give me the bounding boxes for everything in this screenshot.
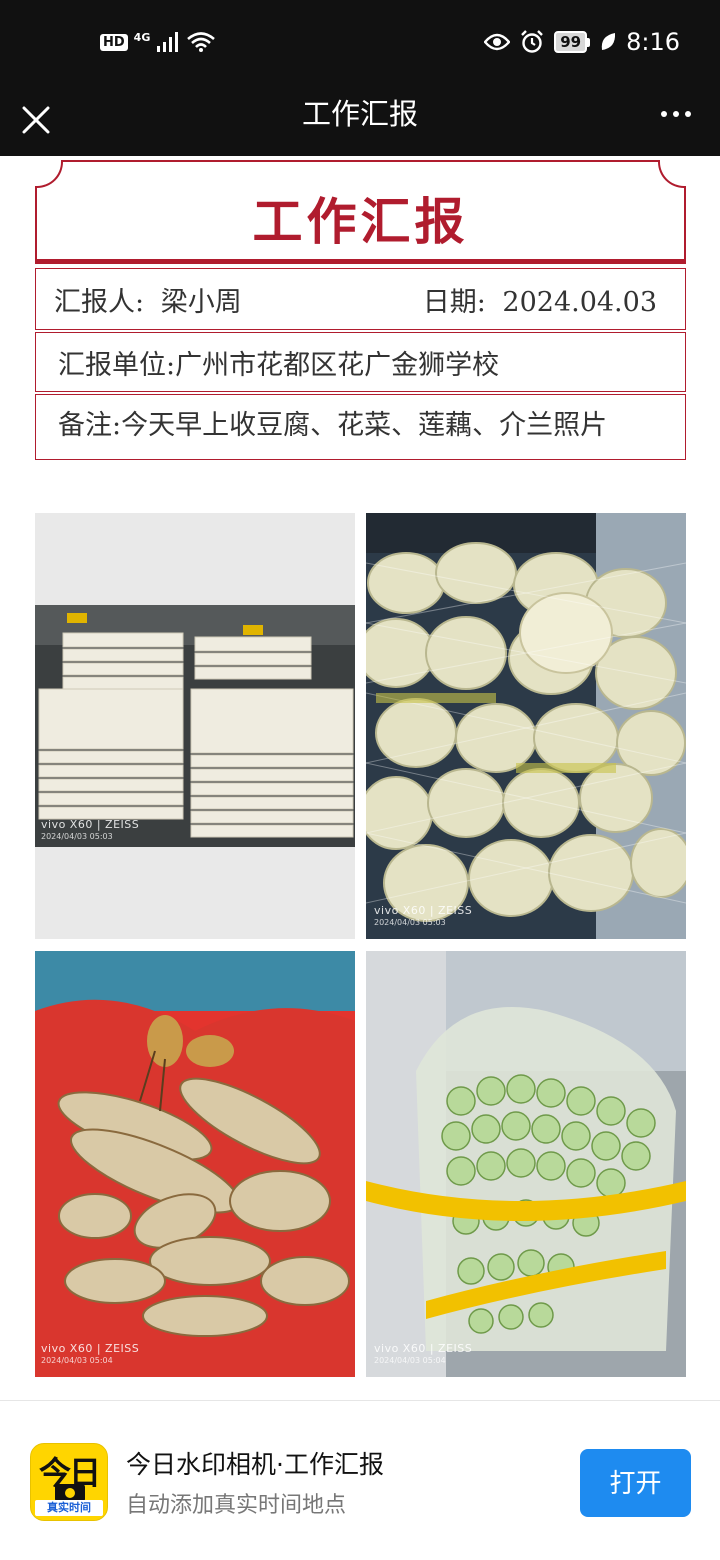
photo-grid: vivo X60 | ZEISS 2024/04/03 05:03 vivo X… bbox=[35, 513, 686, 1377]
leaf-icon bbox=[601, 33, 616, 50]
note-row: 备注:今天早上收豆腐、花菜、莲藕、介兰照片 bbox=[35, 394, 686, 460]
reporter-field: 汇报人: 梁小周 bbox=[54, 280, 242, 319]
battery-level: 99 bbox=[554, 31, 588, 53]
watermark-time: 2024/04/03 05:03 bbox=[41, 832, 113, 841]
photo-watermark: vivo X60 | ZEISS 2024/04/03 05:03 bbox=[374, 905, 472, 929]
note-value: 今天早上收豆腐、花菜、莲藕、介兰照片 bbox=[121, 410, 608, 441]
battery-indicator: 99 bbox=[554, 31, 591, 53]
photo-cauliflower[interactable]: vivo X60 | ZEISS 2024/04/03 05:03 bbox=[366, 513, 686, 939]
signal-icon bbox=[157, 32, 179, 52]
kale-image bbox=[366, 951, 686, 1377]
cauliflower-image bbox=[366, 513, 686, 939]
report-card: 工作汇报 汇报人: 梁小周 日期: 2024.04.03 汇报单位: 广州市花都区… bbox=[35, 160, 686, 460]
header-top-line bbox=[61, 160, 660, 162]
photo-watermark: vivo X60 | ZEISS 2024/04/03 05:04 bbox=[374, 1343, 472, 1367]
status-right: 99 8:16 bbox=[484, 24, 680, 60]
reporter-label: 汇报人: bbox=[54, 286, 145, 318]
tofu-trays-image bbox=[35, 513, 355, 939]
watermark-brand: vivo X60 | ZEISS bbox=[41, 1342, 140, 1355]
more-dot-icon bbox=[685, 111, 691, 117]
app-promo-banner: 今日 真实时间 今日水印相机·工作汇报 自动添加真实时间地点 打开 bbox=[0, 1400, 720, 1560]
battery-tip bbox=[587, 37, 591, 47]
banner-subtitle: 自动添加真实时间地点 bbox=[126, 1493, 347, 1518]
app-icon-subtitle: 真实时间 bbox=[35, 1500, 103, 1516]
title-bar: 工作汇报 bbox=[0, 84, 720, 156]
more-dot-icon bbox=[661, 111, 667, 117]
page-title: 工作汇报 bbox=[301, 97, 418, 131]
note-label: 备注: bbox=[58, 410, 122, 441]
clock: 8:16 bbox=[626, 28, 680, 56]
date-field: 日期: 2024.04.03 bbox=[423, 280, 657, 319]
photo-kale[interactable]: vivo X60 | ZEISS 2024/04/03 05:04 bbox=[366, 951, 686, 1377]
banner-title: 今日水印相机·工作汇报 bbox=[126, 1450, 384, 1479]
watermark-time: 2024/04/03 05:04 bbox=[41, 1356, 113, 1365]
photo-watermark: vivo X60 | ZEISS 2024/04/03 05:03 bbox=[41, 819, 139, 843]
photo-lotus-root[interactable]: vivo X60 | ZEISS 2024/04/03 05:04 bbox=[35, 951, 355, 1377]
more-dot-icon bbox=[673, 111, 679, 117]
watermark-time: 2024/04/03 05:04 bbox=[374, 1356, 446, 1365]
report-title: 工作汇报 bbox=[252, 192, 469, 251]
app-icon[interactable]: 今日 真实时间 bbox=[30, 1443, 108, 1521]
photo-tofu[interactable]: vivo X60 | ZEISS 2024/04/03 05:03 bbox=[35, 513, 355, 939]
reporter-name: 梁小周 bbox=[160, 286, 242, 318]
network-label: 4G bbox=[133, 30, 151, 44]
lotus-root-image bbox=[35, 951, 355, 1377]
watermark-brand: vivo X60 | ZEISS bbox=[41, 818, 140, 831]
watermark-brand: vivo X60 | ZEISS bbox=[374, 1342, 473, 1355]
reporter-row: 汇报人: 梁小周 日期: 2024.04.03 bbox=[35, 268, 686, 330]
status-bar: HD 4G 99 8:16 bbox=[0, 0, 720, 84]
status-left: HD 4G bbox=[100, 28, 216, 56]
hd-badge: HD bbox=[100, 33, 128, 51]
unit-value: 广州市花都区花广金狮学校 bbox=[175, 349, 500, 381]
report-header: 工作汇报 bbox=[35, 160, 686, 264]
date-value: 2024.04.03 bbox=[502, 286, 657, 318]
alarm-icon bbox=[521, 30, 544, 53]
watermark-time: 2024/04/03 05:03 bbox=[374, 918, 446, 927]
more-menu-button[interactable] bbox=[648, 92, 704, 136]
open-app-button[interactable]: 打开 bbox=[580, 1449, 691, 1517]
unit-row: 汇报单位: 广州市花都区花广金狮学校 bbox=[35, 332, 686, 392]
wifi-icon bbox=[187, 32, 216, 52]
unit-label: 汇报单位: bbox=[58, 349, 176, 381]
date-label: 日期: bbox=[422, 286, 486, 318]
eye-icon bbox=[484, 33, 511, 51]
watermark-brand: vivo X60 | ZEISS bbox=[374, 904, 473, 917]
photo-watermark: vivo X60 | ZEISS 2024/04/03 05:04 bbox=[41, 1343, 139, 1367]
